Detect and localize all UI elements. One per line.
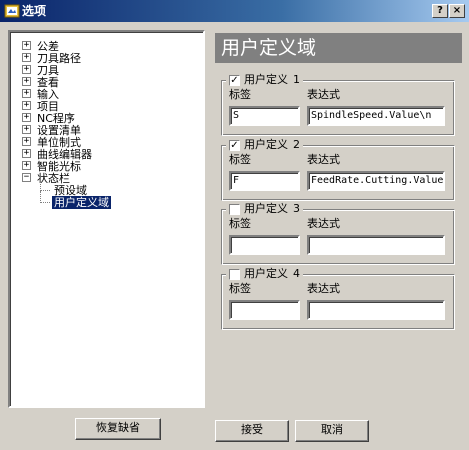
label-input[interactable]: S <box>229 106 300 126</box>
tree-connector <box>40 190 50 191</box>
label-input[interactable] <box>229 235 300 255</box>
tree-item-label-selected: 用户定义域 <box>52 196 111 209</box>
expression-caption: 表达式 <box>307 282 340 295</box>
group-legend[interactable]: 用户定义 3 <box>226 202 303 215</box>
page-title: 用户定义域 <box>215 33 462 63</box>
tree-expander[interactable]: + <box>22 161 31 170</box>
group-legend[interactable]: 用户定义 4 <box>226 267 303 280</box>
tree-expander[interactable]: + <box>22 53 31 62</box>
tree-expander[interactable]: + <box>22 41 31 50</box>
label-caption: 标签 <box>229 153 251 166</box>
expression-input[interactable] <box>307 300 445 320</box>
enable-checkbox[interactable]: ✓ <box>229 139 240 151</box>
app-icon <box>4 4 20 18</box>
tree-expander[interactable]: + <box>22 113 31 122</box>
group-number: 4 <box>293 267 300 280</box>
group-number: 3 <box>293 202 300 215</box>
label-caption: 标签 <box>229 282 251 295</box>
tree-expander[interactable]: + <box>22 101 31 110</box>
expression-caption: 表达式 <box>307 217 340 230</box>
expression-input[interactable] <box>307 235 445 255</box>
label-input[interactable]: F <box>229 171 300 191</box>
tree-child-item[interactable]: 用户定义域 <box>52 196 111 209</box>
enable-checkbox[interactable] <box>229 203 240 215</box>
tree-expander[interactable]: + <box>22 65 31 74</box>
label-caption: 标签 <box>229 217 251 230</box>
help-button[interactable]: ? <box>432 4 448 18</box>
label-caption: 标签 <box>229 88 251 101</box>
group-legend-text: 用户定义 <box>244 73 288 86</box>
options-tree[interactable]: + 公差 + 刀具路径 + 刀具 + 查看 + 输入 + 项目 + NC程序 + 设置清单 + 单位制式 + 曲线编辑… <box>8 30 205 408</box>
close-button[interactable]: × <box>449 4 465 18</box>
group-legend-text: 用户定义 <box>244 138 288 151</box>
tree-expander[interactable]: − <box>22 173 31 182</box>
expression-input[interactable]: SpindleSpeed.Value\n <box>307 106 445 126</box>
group-number: 1 <box>293 73 300 86</box>
tree-connector <box>40 202 50 203</box>
cancel-button[interactable]: 取消 <box>295 420 369 442</box>
expression-caption: 表达式 <box>307 153 340 166</box>
window-title: 选项 <box>22 4 47 18</box>
tree-expander[interactable]: + <box>22 77 31 86</box>
tree-expander[interactable]: + <box>22 125 31 134</box>
expression-caption: 表达式 <box>307 88 340 101</box>
group-legend-text: 用户定义 <box>244 202 288 215</box>
enable-checkbox[interactable] <box>229 268 240 280</box>
label-input[interactable] <box>229 300 300 320</box>
group-legend-text: 用户定义 <box>244 267 288 280</box>
group-legend[interactable]: ✓ 用户定义 1 <box>226 73 303 86</box>
title-bar: 选项 ? × <box>0 0 469 22</box>
enable-checkbox[interactable]: ✓ <box>229 74 240 86</box>
restore-defaults-button[interactable]: 恢复缺省 <box>75 418 161 440</box>
tree-expander[interactable]: + <box>22 149 31 158</box>
group-number: 2 <box>293 138 300 151</box>
expression-input[interactable]: FeedRate.Cutting.Value\ <box>307 171 445 191</box>
accept-button[interactable]: 接受 <box>215 420 289 442</box>
tree-expander[interactable]: + <box>22 137 31 146</box>
group-legend[interactable]: ✓ 用户定义 2 <box>226 138 303 151</box>
tree-expander[interactable]: + <box>22 89 31 98</box>
